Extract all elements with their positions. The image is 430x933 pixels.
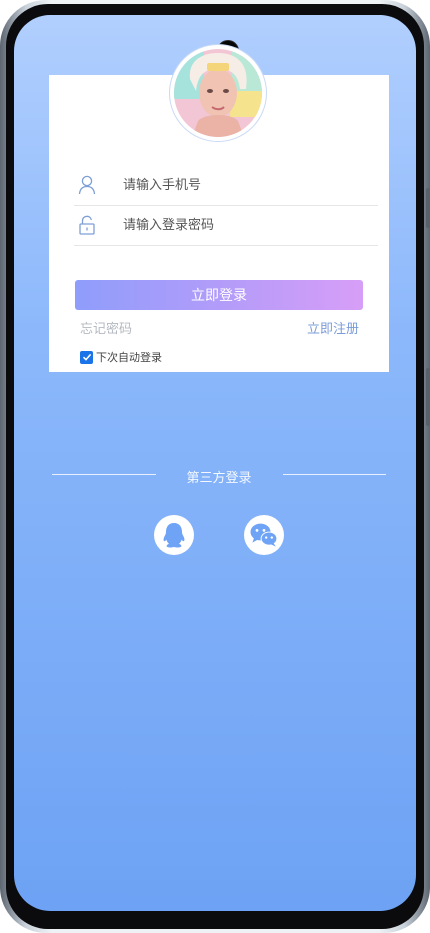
phone-frame: 立即登录 忘记密码 立即注册 下次自动登录 [0,0,430,933]
phone-field-row [74,165,378,206]
wechat-icon [250,523,278,547]
divider-right [283,474,386,475]
password-field-row [74,205,378,246]
avatar-image [174,49,262,137]
volume-button [426,188,430,228]
qq-login-button[interactable] [154,515,194,555]
user-icon [78,175,96,195]
third-party-title: 第三方登录 [186,471,252,486]
qq-icon [163,523,185,548]
lock-icon [79,215,95,235]
forgot-password-link[interactable]: 忘记密码 [80,318,132,337]
phone-input[interactable] [123,170,373,200]
register-link[interactable]: 立即注册 [307,318,359,337]
power-button [426,368,430,426]
divider-left [52,474,156,475]
remember-login[interactable]: 下次自动登录 [80,349,162,365]
login-button[interactable]: 立即登录 [75,280,363,310]
wechat-login-button[interactable] [244,515,284,555]
remember-label: 下次自动登录 [96,351,162,364]
check-icon [82,353,91,361]
remember-checkbox[interactable] [80,350,93,364]
password-input[interactable] [123,210,373,240]
screen: 立即登录 忘记密码 立即注册 下次自动登录 [14,15,416,911]
avatar [170,45,266,141]
